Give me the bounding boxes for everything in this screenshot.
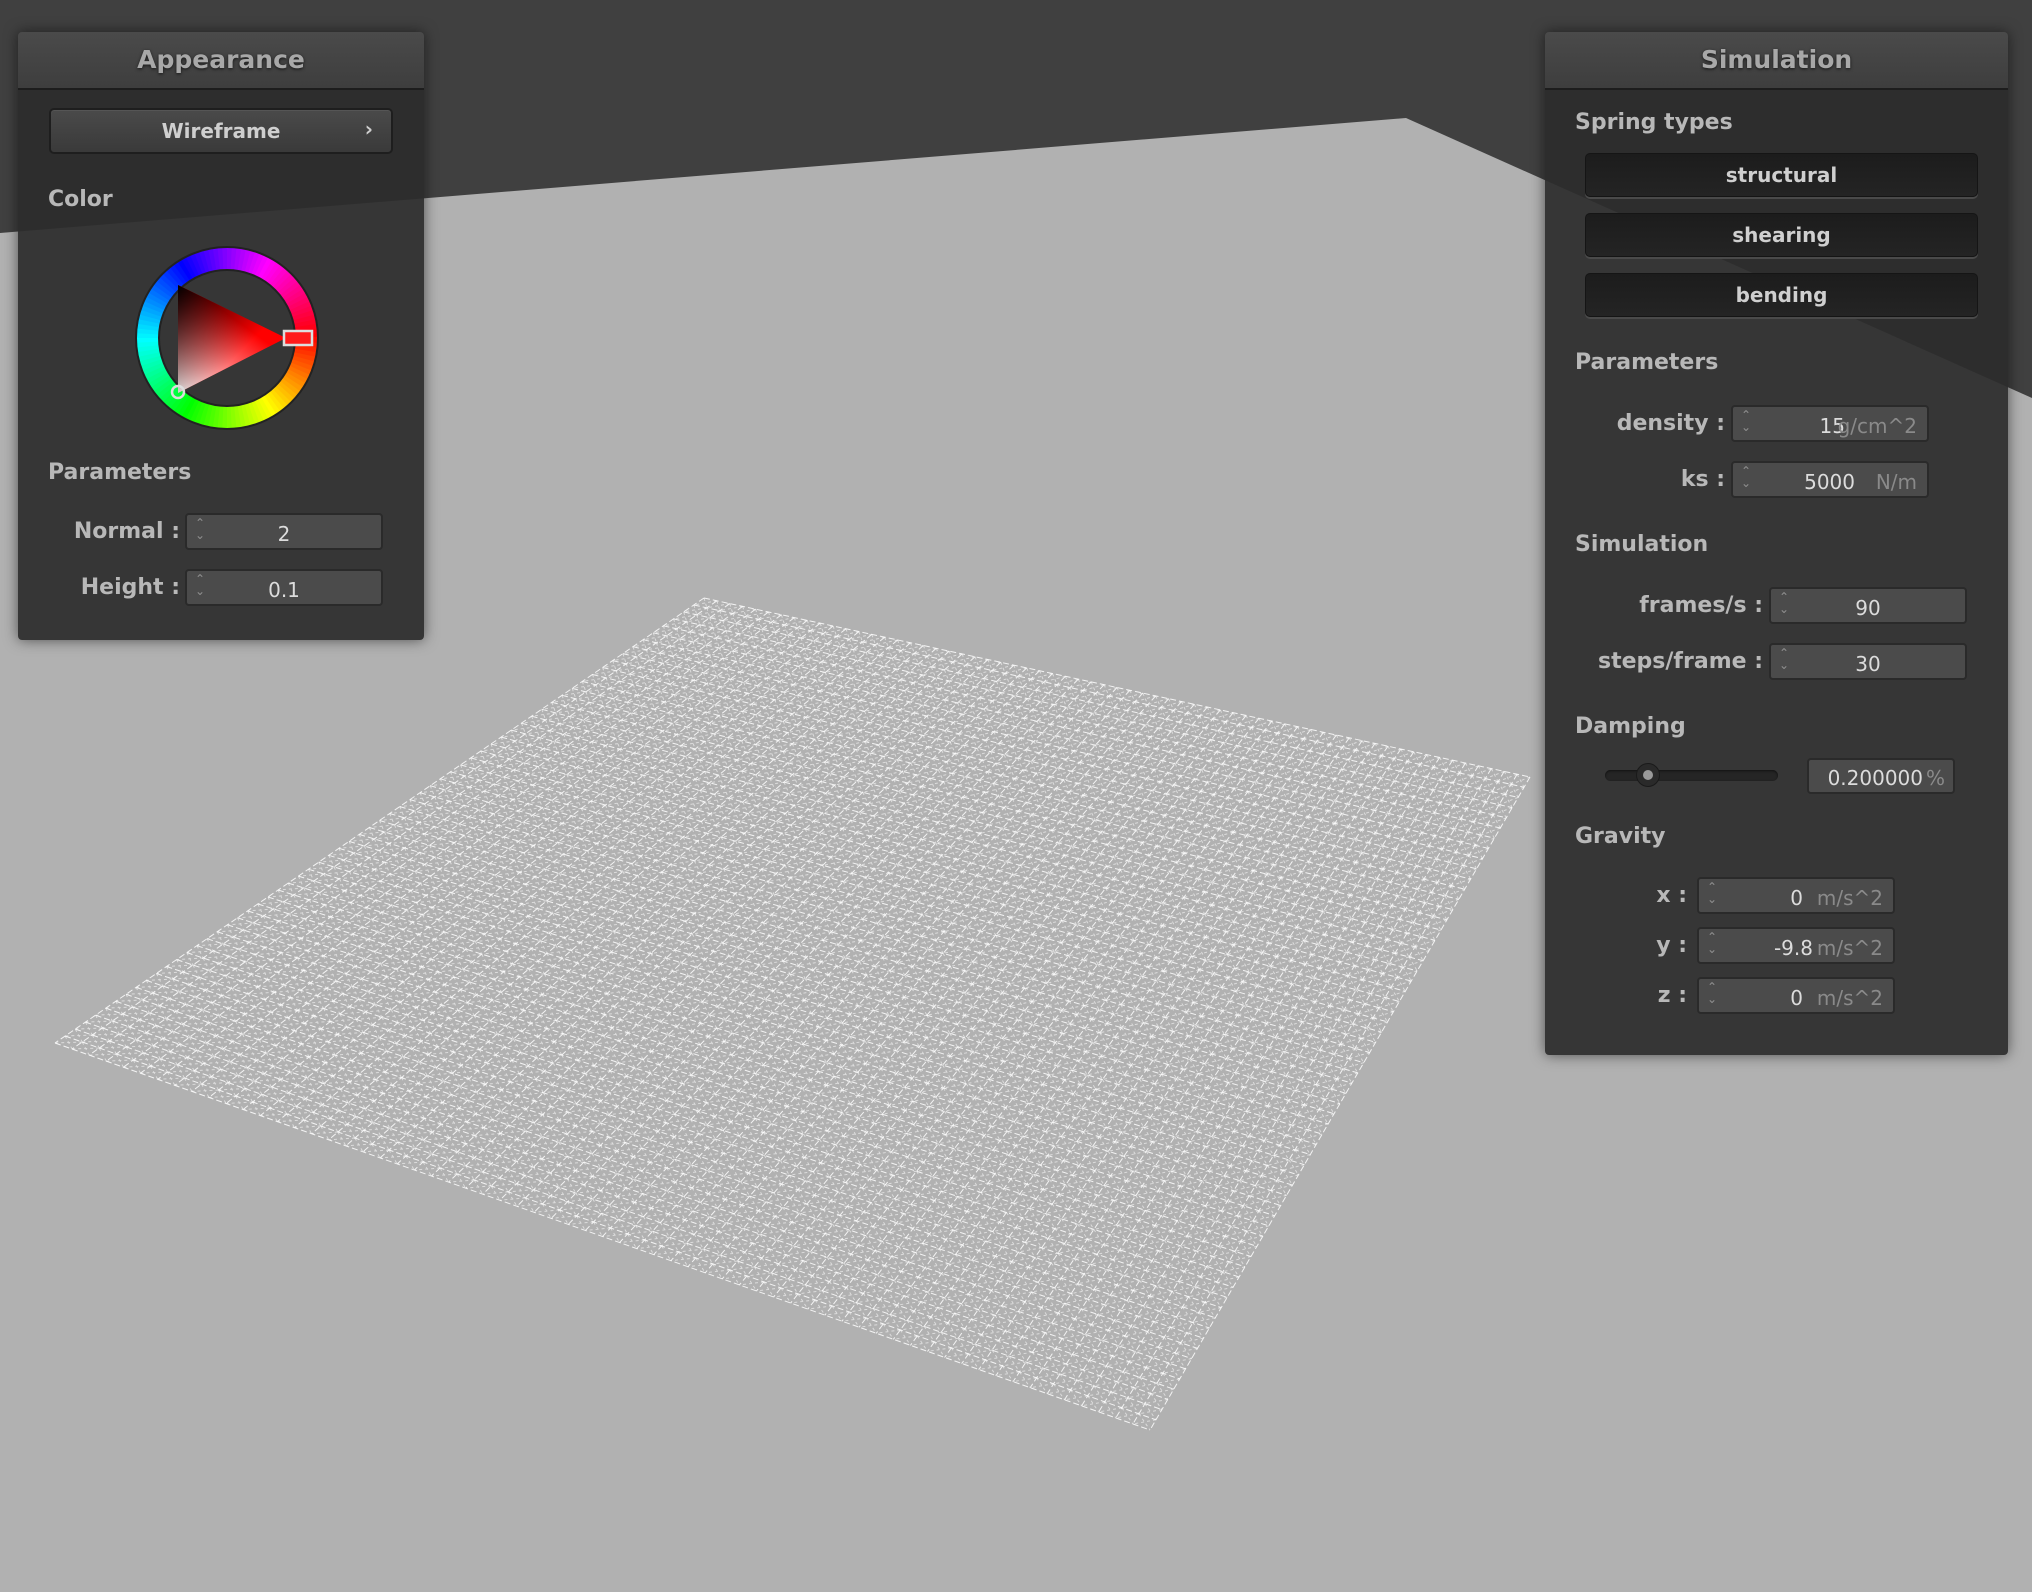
spring-shearing-button[interactable]: shearing	[1585, 213, 1978, 257]
ks-unit: N/m	[1875, 470, 1917, 494]
saturation-value-triangle[interactable]	[178, 285, 286, 393]
height-input[interactable]: ⌃ ⌄ 0.1	[185, 569, 383, 606]
spin-arrows-icon[interactable]: ⌃ ⌄	[1741, 465, 1751, 489]
hue-selector-handle[interactable]	[282, 329, 314, 347]
gravity-y-unit: m/s^2	[1816, 936, 1883, 960]
ks-value: 5000	[1804, 470, 1855, 494]
steps-per-frame-input[interactable]: ⌃ ⌄ 30	[1769, 643, 1967, 680]
frames-per-second-input[interactable]: ⌃ ⌄ 90	[1769, 587, 1967, 624]
steps-per-frame-value: 30	[1855, 652, 1881, 676]
spring-types-label: Spring types	[1575, 110, 1733, 135]
damping-label: Damping	[1575, 714, 1686, 739]
appearance-panel-title: Appearance	[18, 32, 424, 90]
gravity-x-label: x :	[1656, 883, 1687, 908]
gravity-y-input[interactable]: ⌃ ⌄ -9.8 m/s^2	[1697, 927, 1895, 964]
gravity-x-value: 0	[1790, 886, 1803, 910]
appearance-panel: Appearance Wireframe › Color Parameters	[18, 32, 424, 640]
gravity-x-unit: m/s^2	[1816, 886, 1883, 910]
simulation-panel-title: Simulation	[1545, 32, 2008, 90]
damping-slider[interactable]	[1605, 763, 1778, 787]
gravity-y-value: -9.8	[1773, 936, 1813, 960]
gravity-z-value: 0	[1790, 986, 1803, 1010]
gravity-z-unit: m/s^2	[1816, 986, 1883, 1010]
ks-label: ks :	[1680, 467, 1725, 492]
density-input[interactable]: ⌃ ⌄ 15 g/cm^2	[1731, 405, 1929, 442]
height-label: Height :	[80, 575, 180, 600]
simulation-panel: Simulation Spring types structural shear…	[1545, 32, 2008, 1055]
damping-slider-track[interactable]	[1605, 770, 1778, 781]
height-value: 0.1	[268, 578, 300, 602]
steps-per-frame-label: steps/frame :	[1598, 649, 1763, 674]
density-unit: g/cm^2	[1837, 414, 1917, 438]
gravity-z-label: z :	[1657, 983, 1687, 1008]
spin-arrows-icon[interactable]: ⌃ ⌄	[1707, 981, 1717, 1005]
damping-value: 0.200000	[1827, 766, 1923, 790]
density-label: density :	[1616, 411, 1725, 436]
damping-slider-knob[interactable]	[1635, 763, 1660, 787]
damping-input[interactable]: 0.200000 %	[1807, 758, 1955, 794]
sim-parameters-label: Parameters	[1575, 350, 1719, 375]
spring-bending-button[interactable]: bending	[1585, 273, 1978, 317]
spin-arrows-icon[interactable]: ⌃ ⌄	[1707, 881, 1717, 905]
damping-unit: %	[1925, 766, 1945, 790]
gravity-y-label: y :	[1656, 933, 1687, 958]
normal-value: 2	[277, 522, 291, 546]
color-wheel-picker[interactable]	[127, 238, 327, 438]
simulation-section-label: Simulation	[1575, 532, 1709, 557]
ks-input[interactable]: ⌃ ⌄ 5000 N/m	[1731, 461, 1929, 498]
spring-structural-button[interactable]: structural	[1585, 153, 1978, 197]
appearance-parameters-label: Parameters	[48, 460, 192, 485]
spin-arrows-icon[interactable]: ⌃ ⌄	[1741, 409, 1751, 433]
gravity-x-input[interactable]: ⌃ ⌄ 0 m/s^2	[1697, 877, 1895, 914]
gravity-z-input[interactable]: ⌃ ⌄ 0 m/s^2	[1697, 977, 1895, 1014]
frames-per-second-label: frames/s :	[1639, 593, 1763, 618]
spin-arrows-icon[interactable]: ⌃ ⌄	[1707, 931, 1717, 955]
chevron-right-icon: ›	[364, 117, 373, 141]
render-mode-label: Wireframe	[161, 119, 281, 143]
normal-label: Normal :	[73, 519, 180, 544]
normal-input[interactable]: ⌃ ⌄ 2	[185, 513, 383, 550]
frames-per-second-value: 90	[1855, 596, 1881, 620]
color-section-label: Color	[48, 187, 113, 212]
gravity-label: Gravity	[1575, 824, 1666, 849]
render-mode-button[interactable]: Wireframe ›	[49, 108, 393, 154]
